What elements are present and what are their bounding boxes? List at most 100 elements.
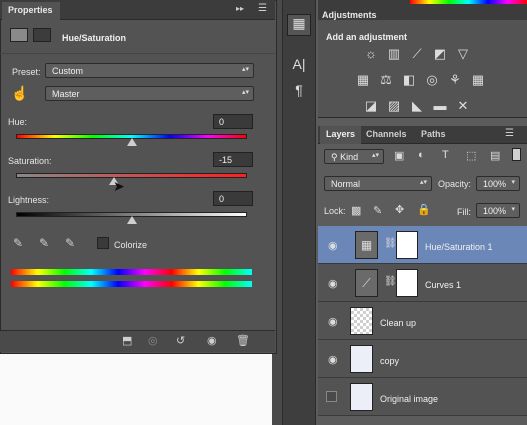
black-white-icon[interactable]: ◧: [400, 72, 418, 88]
lightness-slider-thumb[interactable]: [127, 216, 137, 224]
curves-icon: ⟋: [355, 269, 378, 297]
blend-mode-select[interactable]: Normal ▴▾: [324, 176, 432, 191]
layer-row[interactable]: ◉ ⟋ ⛓ Curves 1: [318, 264, 527, 302]
visibility-eye-icon[interactable]: ◉: [328, 353, 338, 366]
tab-layers[interactable]: Layers: [320, 126, 362, 144]
tab-paths[interactable]: Paths: [415, 126, 452, 144]
adjustment-title: Hue/Saturation: [62, 33, 127, 43]
tab-channels[interactable]: Channels: [360, 126, 413, 144]
lock-brush-icon[interactable]: ✎: [373, 204, 382, 217]
color-lookup-icon[interactable]: ▦: [469, 72, 487, 88]
posterize-icon[interactable]: ▨: [385, 98, 403, 114]
filter-toggle[interactable]: [512, 148, 521, 161]
opacity-value: 100%: [483, 179, 507, 189]
layer-row[interactable]: ◉ ▦ ⛓ Hue/Saturation 1: [318, 226, 527, 264]
adjustments-panel-icon[interactable]: ▦: [287, 14, 311, 36]
colorize-checkbox[interactable]: [97, 237, 109, 249]
collapse-icon[interactable]: ▸▸: [236, 4, 244, 13]
saturation-label: Saturation:: [8, 156, 52, 166]
fill-value: 100%: [483, 206, 507, 216]
preset-label: Preset:: [12, 67, 41, 77]
visibility-eye-icon[interactable]: ◉: [207, 334, 217, 347]
invert-icon[interactable]: ◪: [362, 98, 380, 114]
layer-row[interactable]: ◉ copy: [318, 340, 527, 378]
layer-mask-thumbnail[interactable]: [396, 231, 418, 259]
visibility-toggle[interactable]: [326, 391, 337, 402]
hue-label: Hue:: [8, 117, 28, 127]
filter-adjustment-icon[interactable]: ◐: [418, 149, 425, 161]
lock-all-icon[interactable]: 🔒: [417, 203, 431, 216]
panel-menu-icon[interactable]: ☰: [258, 3, 267, 14]
filter-smartobject-icon[interactable]: ▤: [490, 149, 500, 162]
lock-position-icon[interactable]: ✥: [395, 203, 404, 216]
link-icon: ⛓: [384, 238, 397, 249]
saturation-slider-track[interactable]: [16, 173, 247, 178]
trash-icon[interactable]: 🗑: [236, 334, 250, 347]
clip-to-layer-icon[interactable]: ⬒: [122, 334, 132, 347]
eyedropper-plus-icon[interactable]: ✎: [39, 236, 49, 250]
filter-kind-value: Kind: [340, 152, 359, 162]
reset-icon[interactable]: ↺: [176, 334, 185, 347]
selective-color-icon[interactable]: ✕: [454, 98, 472, 114]
layer-mask-thumbnail[interactable]: [396, 269, 418, 297]
tab-adjustments[interactable]: Adjustments: [322, 10, 377, 20]
layers-menu-icon[interactable]: ☰: [505, 128, 514, 139]
tab-properties[interactable]: Properties: [2, 2, 60, 20]
layer-name: Hue/Saturation 1: [425, 242, 493, 252]
chevron-down-icon: ▾: [511, 206, 515, 213]
chevron-updown-icon: ▴▾: [419, 179, 427, 186]
lightness-input[interactable]: 0: [213, 191, 253, 206]
adjustment-layer-icon: ▦: [355, 231, 378, 259]
targeted-adjustment-hand-icon[interactable]: ☝: [11, 85, 28, 102]
paragraph-icon[interactable]: ¶: [287, 82, 311, 104]
layer-thumbnail: [350, 345, 373, 373]
eyedropper-minus-icon[interactable]: ✎: [65, 236, 75, 250]
channel-value: Master: [52, 89, 80, 99]
channel-select[interactable]: Master ▴▾: [45, 86, 254, 101]
filter-pixel-icon[interactable]: ▣: [394, 149, 404, 162]
vibrance-icon[interactable]: ▽: [454, 46, 472, 62]
visibility-eye-icon[interactable]: ◉: [328, 315, 338, 328]
fill-label: Fill:: [457, 207, 471, 217]
hue-input[interactable]: 0: [213, 114, 253, 129]
fill-input[interactable]: 100% ▾: [476, 203, 520, 218]
mask-icon[interactable]: [33, 28, 51, 42]
layer-row[interactable]: Original image: [318, 378, 527, 416]
exposure-icon[interactable]: ◩: [431, 46, 449, 62]
lock-label: Lock:: [324, 206, 346, 216]
layer-thumbnail: [350, 307, 373, 335]
layer-row[interactable]: ◉ Clean up: [318, 302, 527, 340]
threshold-icon[interactable]: ◣: [408, 98, 426, 114]
color-balance-icon[interactable]: ⚖: [377, 72, 395, 88]
gradient-map-icon[interactable]: ▬: [431, 98, 449, 114]
channel-mixer-icon[interactable]: ⚘: [446, 72, 464, 88]
visibility-eye-icon[interactable]: ◉: [328, 239, 338, 252]
color-bar-output: [11, 281, 252, 287]
layer-name: Curves 1: [425, 280, 462, 290]
levels-icon[interactable]: ▥: [385, 46, 403, 62]
hue-saturation-icon[interactable]: ▦: [354, 72, 372, 88]
opacity-input[interactable]: 100% ▾: [476, 176, 520, 191]
chevron-updown-icon: ▴▾: [241, 89, 249, 96]
adjustment-layer-icon[interactable]: [10, 28, 28, 42]
chevron-down-icon: ▾: [511, 179, 515, 186]
filter-type-icon[interactable]: T: [442, 149, 449, 161]
color-bar-input: [11, 269, 252, 275]
visibility-eye-icon[interactable]: ◉: [328, 277, 338, 290]
hue-slider-thumb[interactable]: [127, 138, 137, 146]
character-icon[interactable]: A|: [287, 56, 311, 78]
view-previous-icon[interactable]: ◎: [148, 334, 158, 347]
add-adjustment-label: Add an adjustment: [326, 32, 408, 42]
lock-transparent-icon[interactable]: ▩: [351, 204, 361, 217]
preset-select[interactable]: Custom ▴▾: [45, 63, 254, 78]
photo-filter-icon[interactable]: ◎: [423, 72, 441, 88]
filter-shape-icon[interactable]: ⬚: [466, 149, 476, 162]
filter-kind-select[interactable]: ⚲ Kind ▴▾: [324, 149, 384, 164]
saturation-input[interactable]: -15: [213, 152, 253, 167]
eyedropper-icon[interactable]: ✎: [13, 236, 23, 250]
color-strip: [410, 0, 527, 4]
opacity-label: Opacity:: [438, 179, 472, 189]
brightness-icon[interactable]: ☼: [362, 46, 380, 62]
curves-icon[interactable]: ⟋: [408, 46, 426, 62]
document-canvas[interactable]: [0, 354, 280, 425]
